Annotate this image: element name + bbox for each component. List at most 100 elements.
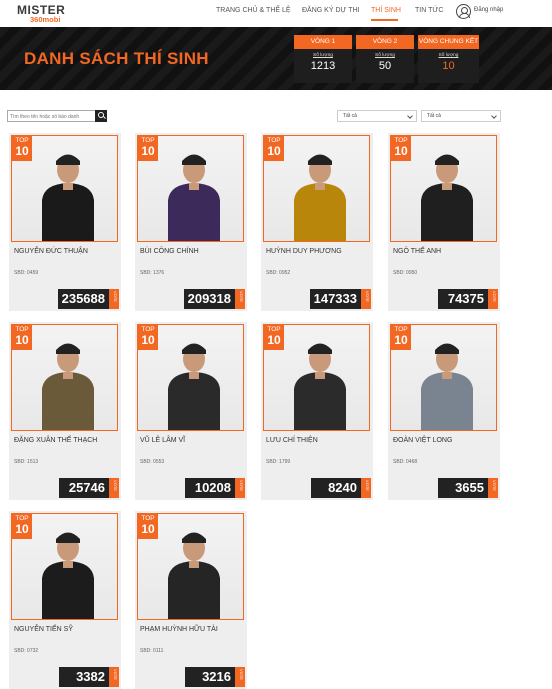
vote-label: VOTE xyxy=(364,480,370,491)
top10-badge: TOP 10 xyxy=(138,325,158,350)
vote-label: VOTE xyxy=(112,669,118,680)
chevron-down-icon xyxy=(491,113,497,119)
final-round-count: 10 xyxy=(442,60,455,72)
contestant-name: PHẠM HUỲNH HỮU TÀI xyxy=(140,626,218,633)
nav-news[interactable]: TIN TỨC xyxy=(415,7,443,14)
vote-button[interactable]: VOTE xyxy=(109,478,119,498)
round-1-box[interactable]: VÒNG 1 Số lượng 1213 xyxy=(294,35,352,83)
top10-badge: TOP 10 xyxy=(12,136,32,161)
contestant-sbd: SBD: 1513 xyxy=(14,459,39,465)
contestant-sbd: SBD: 0111 xyxy=(140,648,164,654)
contestant-card[interactable]: TOP 10 BÙI CÔNG CHÍNH SBD: 1376 209318 V… xyxy=(135,133,247,311)
vote-count: 235688 xyxy=(57,289,109,309)
vote-button[interactable]: VOTE xyxy=(235,478,245,498)
active-nav-indicator xyxy=(371,19,398,21)
round-1-tab[interactable]: VÒNG 1 xyxy=(294,35,352,49)
contestant-sbd: SBD: 0952 xyxy=(266,270,291,276)
round-2-box[interactable]: VÒNG 2 Số lượng 50 xyxy=(356,35,414,83)
vote-count: 74375 xyxy=(438,289,488,309)
vote-label: VOTE xyxy=(112,291,118,302)
vote-button[interactable]: VOTE xyxy=(109,667,119,687)
search-input[interactable] xyxy=(10,112,94,121)
contestant-sbd: SBD: 0732 xyxy=(14,648,39,654)
filter-select-1[interactable]: Tất cả xyxy=(337,110,417,122)
vote-label: VOTE xyxy=(238,291,244,302)
vote-button[interactable]: VOTE xyxy=(109,289,119,309)
contestant-photo[interactable]: TOP 10 xyxy=(137,324,244,431)
round-1-count: 1213 xyxy=(310,60,336,72)
contestant-name: NGUYỄN TIẾN SỸ xyxy=(14,626,73,633)
nav-home-rules[interactable]: TRANG CHỦ & THỂ LỆ xyxy=(216,7,291,14)
round-2-tab[interactable]: VÒNG 2 xyxy=(356,35,414,49)
vote-button[interactable]: VOTE xyxy=(235,667,245,687)
user-circle-icon[interactable] xyxy=(456,4,471,19)
vote-label: VOTE xyxy=(491,291,497,302)
search-field xyxy=(7,110,107,122)
contestant-card[interactable]: TOP 10 LƯU CHÍ THIỆN SBD: 1799 8240 VOTE xyxy=(261,322,373,500)
contestant-name: ĐẶNG XUÂN THẾ THẠCH xyxy=(14,437,98,444)
contestant-photo[interactable]: TOP 10 xyxy=(263,324,370,431)
contestant-card[interactable]: TOP 10 ĐOÀN VIỆT LONG SBD: 0468 3655 VOT… xyxy=(388,322,500,500)
contestant-card[interactable]: TOP 10 VŨ LÊ LÂM VĨ SBD: 0553 10208 VOTE xyxy=(135,322,247,500)
vote-button[interactable]: VOTE xyxy=(488,289,498,309)
contestant-photo[interactable]: TOP 10 xyxy=(390,135,497,242)
contestant-sbd: SBD: 0459 xyxy=(14,270,39,276)
contestant-sbd: SBD: 1799 xyxy=(266,459,291,465)
top10-badge: TOP 10 xyxy=(138,136,158,161)
vote-label: VOTE xyxy=(238,669,244,680)
contestant-name: ĐOÀN VIỆT LONG xyxy=(393,437,453,444)
contestant-card[interactable]: TOP 10 NGUYỄN ĐỨC THUẬN SBD: 0459 235688… xyxy=(9,133,121,311)
contestant-photo[interactable]: TOP 10 xyxy=(137,135,244,242)
nav-contestants[interactable]: THÍ SINH xyxy=(371,7,401,14)
vote-count: 3655 xyxy=(438,478,488,498)
contestant-card[interactable]: TOP 10 HUỲNH DUY PHƯƠNG SBD: 0952 147333… xyxy=(261,133,373,311)
vote-count: 25746 xyxy=(59,478,109,498)
contestant-name: NGÔ THẾ ANH xyxy=(393,248,442,255)
vote-count: 147333 xyxy=(309,289,361,309)
vote-count: 3382 xyxy=(59,667,109,687)
contestant-name: BÙI CÔNG CHÍNH xyxy=(140,248,199,255)
vote-label: VOTE xyxy=(491,480,497,491)
vote-button[interactable]: VOTE xyxy=(488,478,498,498)
contestant-card[interactable]: TOP 10 NGÔ THẾ ANH SBD: 0950 74375 VOTE xyxy=(388,133,500,311)
vote-button[interactable]: VOTE xyxy=(361,478,371,498)
contestant-card[interactable]: TOP 10 ĐẶNG XUÂN THẾ THẠCH SBD: 1513 257… xyxy=(9,322,121,500)
login-link[interactable]: Đăng nhập xyxy=(474,7,503,13)
contestant-sbd: SBD: 0468 xyxy=(393,459,418,465)
vote-label: VOTE xyxy=(112,480,118,491)
vote-label: VOTE xyxy=(238,480,244,491)
vote-button[interactable]: VOTE xyxy=(235,289,245,309)
contestant-photo[interactable]: TOP 10 xyxy=(11,135,118,242)
search-icon[interactable] xyxy=(95,110,107,122)
final-round-tab[interactable]: VÒNG CHUNG KẾT xyxy=(418,35,479,49)
contestant-photo[interactable]: TOP 10 xyxy=(11,324,118,431)
nav-register[interactable]: ĐĂNG KÝ DỰ THI xyxy=(302,7,360,14)
contestant-name: HUỲNH DUY PHƯƠNG xyxy=(266,248,342,255)
logo-subtext: 360mobi xyxy=(30,15,61,24)
contestant-name: LƯU CHÍ THIỆN xyxy=(266,437,318,444)
vote-button[interactable]: VOTE xyxy=(361,289,371,309)
top10-badge: TOP 10 xyxy=(12,325,32,350)
contestant-sbd: SBD: 0950 xyxy=(393,270,418,276)
filter-select-2-value: Tất cả xyxy=(427,113,441,119)
top10-badge: TOP 10 xyxy=(391,325,411,350)
filter-select-2[interactable]: Tất cả xyxy=(421,110,501,122)
contestant-photo[interactable]: TOP 10 xyxy=(390,324,497,431)
mister-360mobi-logo[interactable]: MISTER 360mobi xyxy=(17,3,87,25)
final-round-count-label: Số lượng xyxy=(438,53,459,58)
final-round-box[interactable]: VÒNG CHUNG KẾT Số lượng 10 xyxy=(418,35,479,83)
contestant-name: VŨ LÊ LÂM VĨ xyxy=(140,437,186,444)
page-banner: DANH SÁCH THÍ SINH VÒNG 1 Số lượng 1213 … xyxy=(0,27,552,90)
contestant-card[interactable]: TOP 10 PHẠM HUỲNH HỮU TÀI SBD: 0111 3216… xyxy=(135,511,247,689)
contestant-sbd: SBD: 0553 xyxy=(140,459,165,465)
contestant-photo[interactable]: TOP 10 xyxy=(263,135,370,242)
filter-select-1-value: Tất cả xyxy=(343,113,357,119)
round-2-count-label: Số lượng xyxy=(375,53,395,58)
vote-count: 10208 xyxy=(185,478,235,498)
contestant-card[interactable]: TOP 10 NGUYỄN TIẾN SỸ SBD: 0732 3382 VOT… xyxy=(9,511,121,689)
round-2-count: 50 xyxy=(378,60,392,72)
contestant-photo[interactable]: TOP 10 xyxy=(137,513,244,620)
contestant-sbd: SBD: 1376 xyxy=(140,270,165,276)
contestant-photo[interactable]: TOP 10 xyxy=(11,513,118,620)
contestant-name: NGUYỄN ĐỨC THUẬN xyxy=(14,248,88,255)
